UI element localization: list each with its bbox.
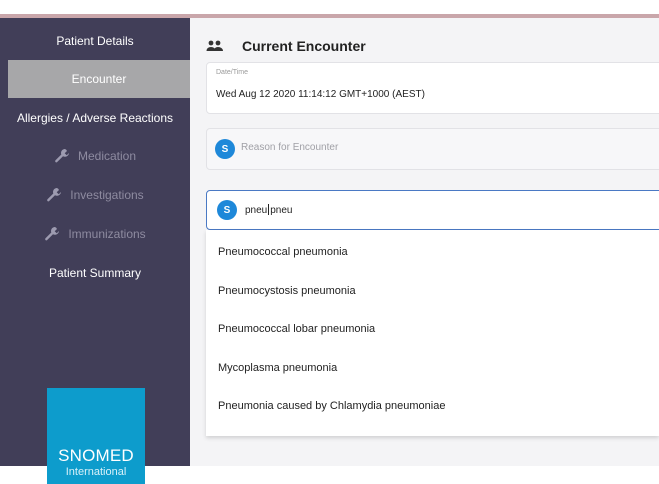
- suggestion-item[interactable]: Pneumonia caused by Chlamydia pneumoniae: [218, 400, 445, 412]
- suggestion-item[interactable]: Pneumococcal pneumonia: [218, 246, 348, 258]
- logo-subtitle: International: [65, 466, 127, 478]
- sidebar-item-label: Medication: [77, 149, 137, 163]
- snomed-badge-icon: S: [215, 139, 235, 159]
- sidebar-item-label: Patient Details: [56, 34, 134, 48]
- sidebar-item-label: Allergies / Adverse Reactions: [16, 111, 174, 125]
- snomed-logo: SNOMED International: [47, 388, 145, 484]
- reason-placeholder: Reason for Encounter: [241, 142, 339, 153]
- sidebar-item-label: Patient Summary: [48, 266, 142, 280]
- sidebar-item-patient-summary[interactable]: Patient Summary: [0, 254, 190, 292]
- sidebar-item-label: Immunizations: [68, 227, 146, 241]
- diagnosis-search-input[interactable]: S pneu pneu: [206, 190, 659, 230]
- people-icon: [206, 40, 223, 51]
- wrench-icon: [47, 188, 62, 202]
- datetime-field[interactable]: Date/Time Wed Aug 12 2020 11:14:12 GMT+1…: [206, 62, 659, 114]
- search-typed-text: pneu pneu: [245, 204, 293, 216]
- sidebar-item-patient-details[interactable]: Patient Details: [0, 22, 190, 60]
- sidebar: Patient Details Encounter Allergies / Ad…: [0, 18, 190, 484]
- encounter-header: Current Encounter: [206, 38, 366, 54]
- datetime-value: Wed Aug 12 2020 11:14:12 GMT+1000 (AEST): [216, 89, 425, 100]
- sidebar-item-allergies[interactable]: Allergies / Adverse Reactions: [0, 99, 190, 137]
- top-strip: [0, 0, 659, 18]
- suggestion-item[interactable]: Pneumococcal lobar pneumonia: [218, 323, 375, 335]
- typed-text-before-caret: pneu: [245, 205, 268, 216]
- wrench-icon: [45, 227, 60, 241]
- sidebar-item-label: Encounter: [71, 72, 127, 86]
- sidebar-item-investigations[interactable]: Investigations: [0, 176, 190, 214]
- sidebar-item-encounter[interactable]: Encounter: [8, 60, 190, 98]
- suggestions-dropdown: Pneumococcal pneumonia Pneumocystosis pn…: [206, 230, 659, 436]
- wrench-icon: [55, 149, 69, 163]
- sidebar-item-label: Investigations: [70, 188, 144, 202]
- datetime-label: Date/Time: [216, 69, 249, 76]
- typed-text-after-caret: pneu: [270, 205, 293, 216]
- reason-for-encounter-field[interactable]: S Reason for Encounter: [206, 128, 659, 170]
- sidebar-item-medication[interactable]: Medication: [0, 137, 190, 175]
- page-title: Current Encounter: [242, 38, 366, 54]
- logo-name: SNOMED: [58, 446, 134, 465]
- sidebar-item-immunizations[interactable]: Immunizations: [0, 215, 190, 253]
- suggestion-item[interactable]: Pneumocystosis pneumonia: [218, 285, 356, 297]
- snomed-badge-icon: S: [217, 200, 237, 220]
- suggestion-item[interactable]: Mycoplasma pneumonia: [218, 362, 337, 374]
